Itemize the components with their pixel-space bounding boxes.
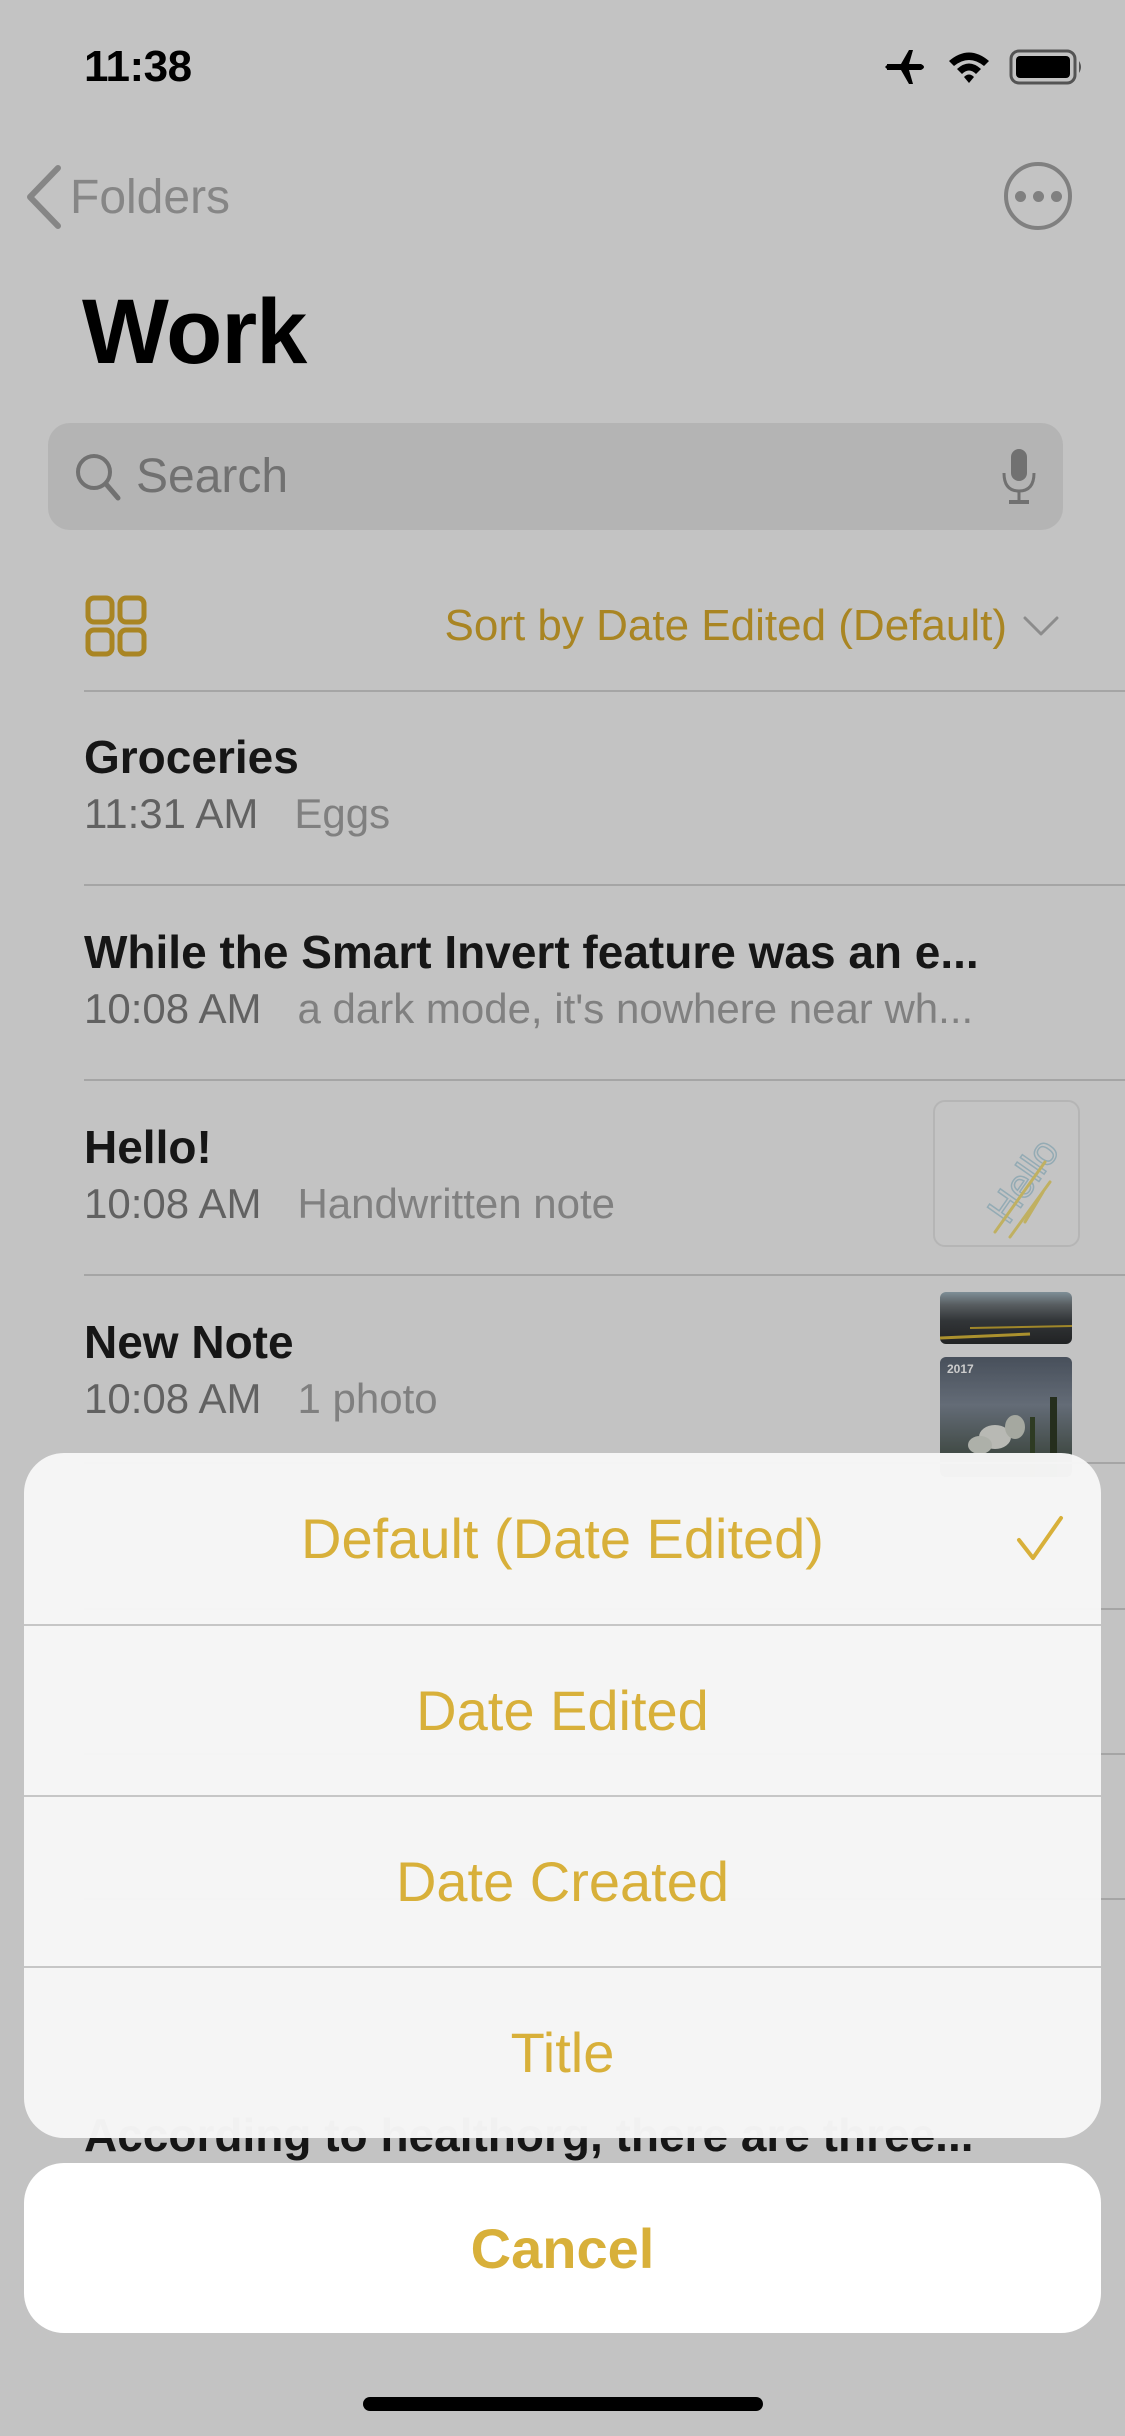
note-row[interactable]: New Note 10:08 AM 1 photo 2017 [0,1275,1125,1477]
sort-button[interactable]: Sort by Date Edited (Default) [445,596,1059,656]
battery-icon [1009,49,1081,85]
note-subtitle: 10:08 AM a dark mode, it's nowhere near w… [84,985,973,1033]
note-preview: Handwritten note [297,1180,615,1227]
sort-label: Sort by Date Edited (Default) [444,601,1007,650]
sort-option-label: Title [510,2021,615,2084]
ellipsis-dot [1032,190,1044,202]
back-to-folders-button[interactable]: Folders [24,162,230,232]
gallery-view-icon [85,595,147,657]
sort-option-label: Date Edited [416,1679,709,1742]
search-field[interactable] [48,423,1063,530]
photo-year-label: 2017 [947,1362,974,1376]
note-preview: a dark mode, it's nowhere near wh... [297,985,974,1032]
note-subtitle: 10:08 AM Handwritten note [84,1180,615,1228]
sort-option-date-created[interactable]: Date Created [24,1795,1101,1966]
note-row[interactable]: Groceries 11:31 AM Eggs [0,690,1125,885]
sort-option-default[interactable]: Default (Date Edited) [24,1453,1101,1624]
checkmark-icon [1017,1515,1063,1560]
search-icon [76,453,121,500]
ellipsis-dot [1050,190,1062,202]
status-icons [885,48,1085,86]
chevron-left-icon [27,165,61,229]
note-preview: 1 photo [297,1375,438,1422]
sort-option-label: Date Created [395,1850,730,1913]
home-indicator[interactable] [363,2397,763,2411]
chevron-down-icon [1023,616,1059,636]
note-row[interactable]: Hello! 10:08 AM Handwritten note Hello [0,1080,1125,1275]
sort-action-sheet: Default (Date Edited) Date Edited Date C… [24,1453,1101,2138]
road-photo-icon [940,1325,1072,1340]
gallery-view-button[interactable] [84,594,148,658]
more-options-button[interactable] [1004,162,1072,230]
back-label: Folders [70,170,231,224]
ellipsis-dot [1014,190,1026,202]
photo-thumbnail-road [940,1292,1072,1344]
note-title: While the Smart Invert feature was an e.… [84,926,979,978]
handwriting-sketch-icon: Hello [979,1130,1069,1239]
note-row[interactable]: While the Smart Invert feature was an e.… [0,885,1125,1080]
note-preview: Eggs [294,790,391,837]
note-title: Hello! [84,1121,212,1173]
page-title: Work [82,281,307,383]
status-time: 11:38 [84,42,192,91]
microphone-icon[interactable] [1001,447,1037,507]
note-subtitle: 11:31 AM Eggs [84,790,390,838]
cancel-button[interactable]: Cancel [24,2163,1101,2333]
search-input[interactable] [136,449,1001,504]
note-time: 10:08 AM [84,1180,262,1227]
note-title: New Note [84,1316,294,1368]
note-time: 11:31 AM [84,790,259,837]
airplane-icon [885,50,924,84]
sort-option-label: Default (Date Edited) [301,1507,824,1570]
note-time: 10:08 AM [84,985,262,1032]
note-subtitle: 10:08 AM 1 photo [84,1375,438,1423]
sort-option-title[interactable]: Title [24,1966,1101,2137]
note-time: 10:08 AM [84,1375,262,1422]
sort-option-date-edited[interactable]: Date Edited [24,1624,1101,1795]
handwriting-thumbnail: Hello [933,1100,1080,1247]
note-title: Groceries [84,731,299,783]
wifi-icon [949,52,989,83]
